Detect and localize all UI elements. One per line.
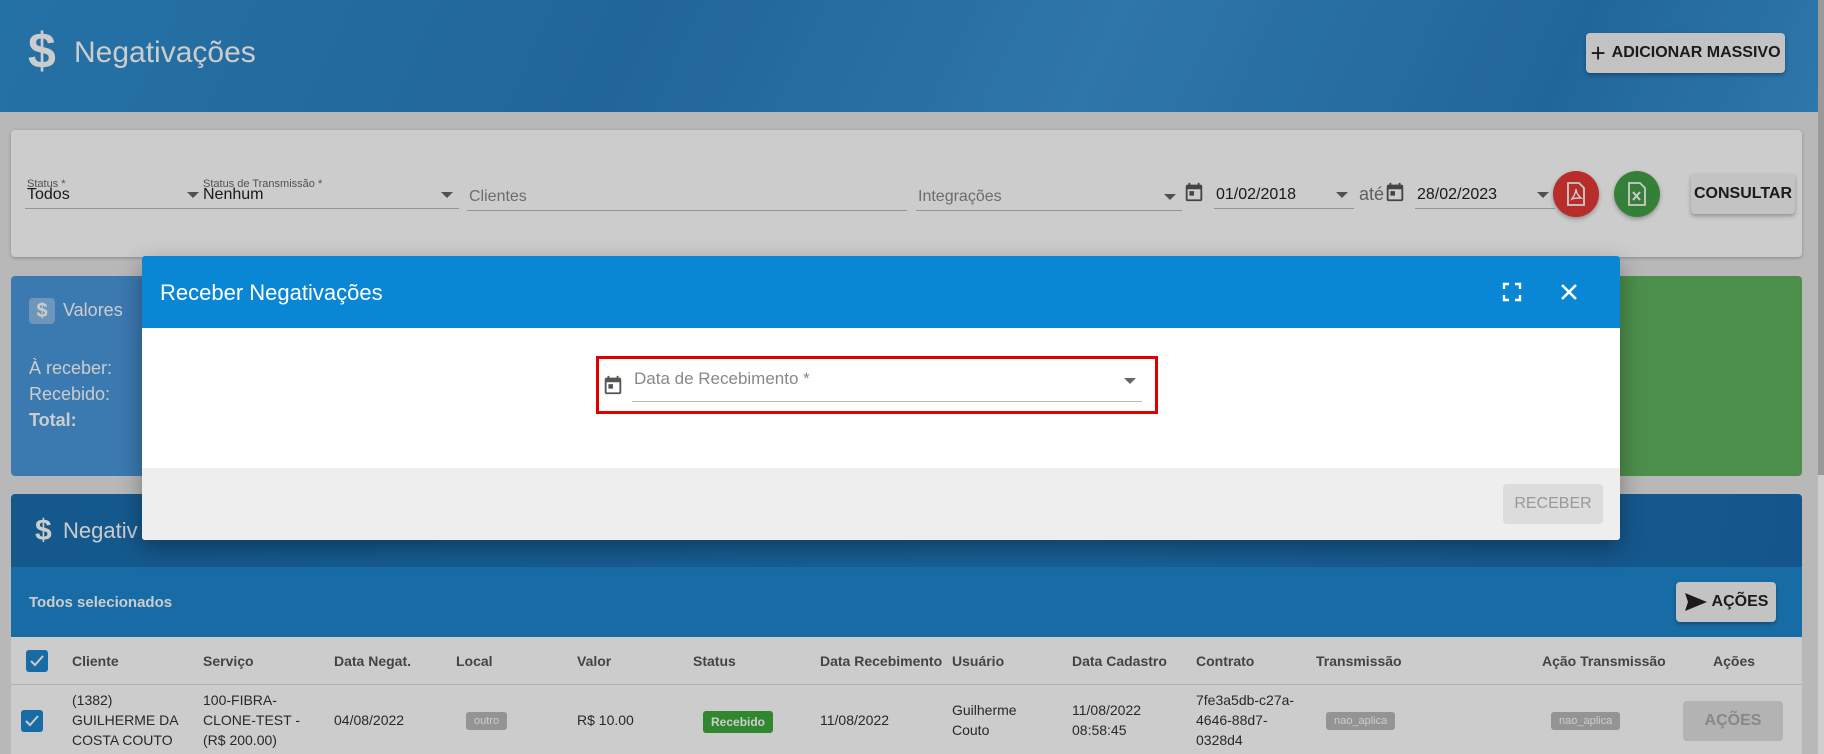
dialog-header: Receber Negativações [142, 256, 1620, 328]
receive-button[interactable]: RECEBER [1503, 484, 1603, 524]
fullscreen-icon[interactable] [1502, 282, 1522, 302]
receive-dialog: Receber Negativações Data de Recebimento… [142, 256, 1620, 540]
caret-down-icon [1124, 378, 1136, 384]
dialog-footer: RECEBER [142, 468, 1620, 540]
dialog-body: Data de Recebimento * [142, 328, 1620, 468]
receive-date-input[interactable]: Data de Recebimento * [632, 358, 1142, 402]
page-scrollbar[interactable] [1818, 0, 1824, 754]
scrollbar-thumb[interactable] [1818, 0, 1824, 475]
calendar-icon[interactable] [602, 374, 624, 396]
receive-date-placeholder: Data de Recebimento * [634, 369, 810, 388]
dialog-title: Receber Negativações [160, 280, 383, 305]
close-icon[interactable] [1557, 280, 1581, 304]
